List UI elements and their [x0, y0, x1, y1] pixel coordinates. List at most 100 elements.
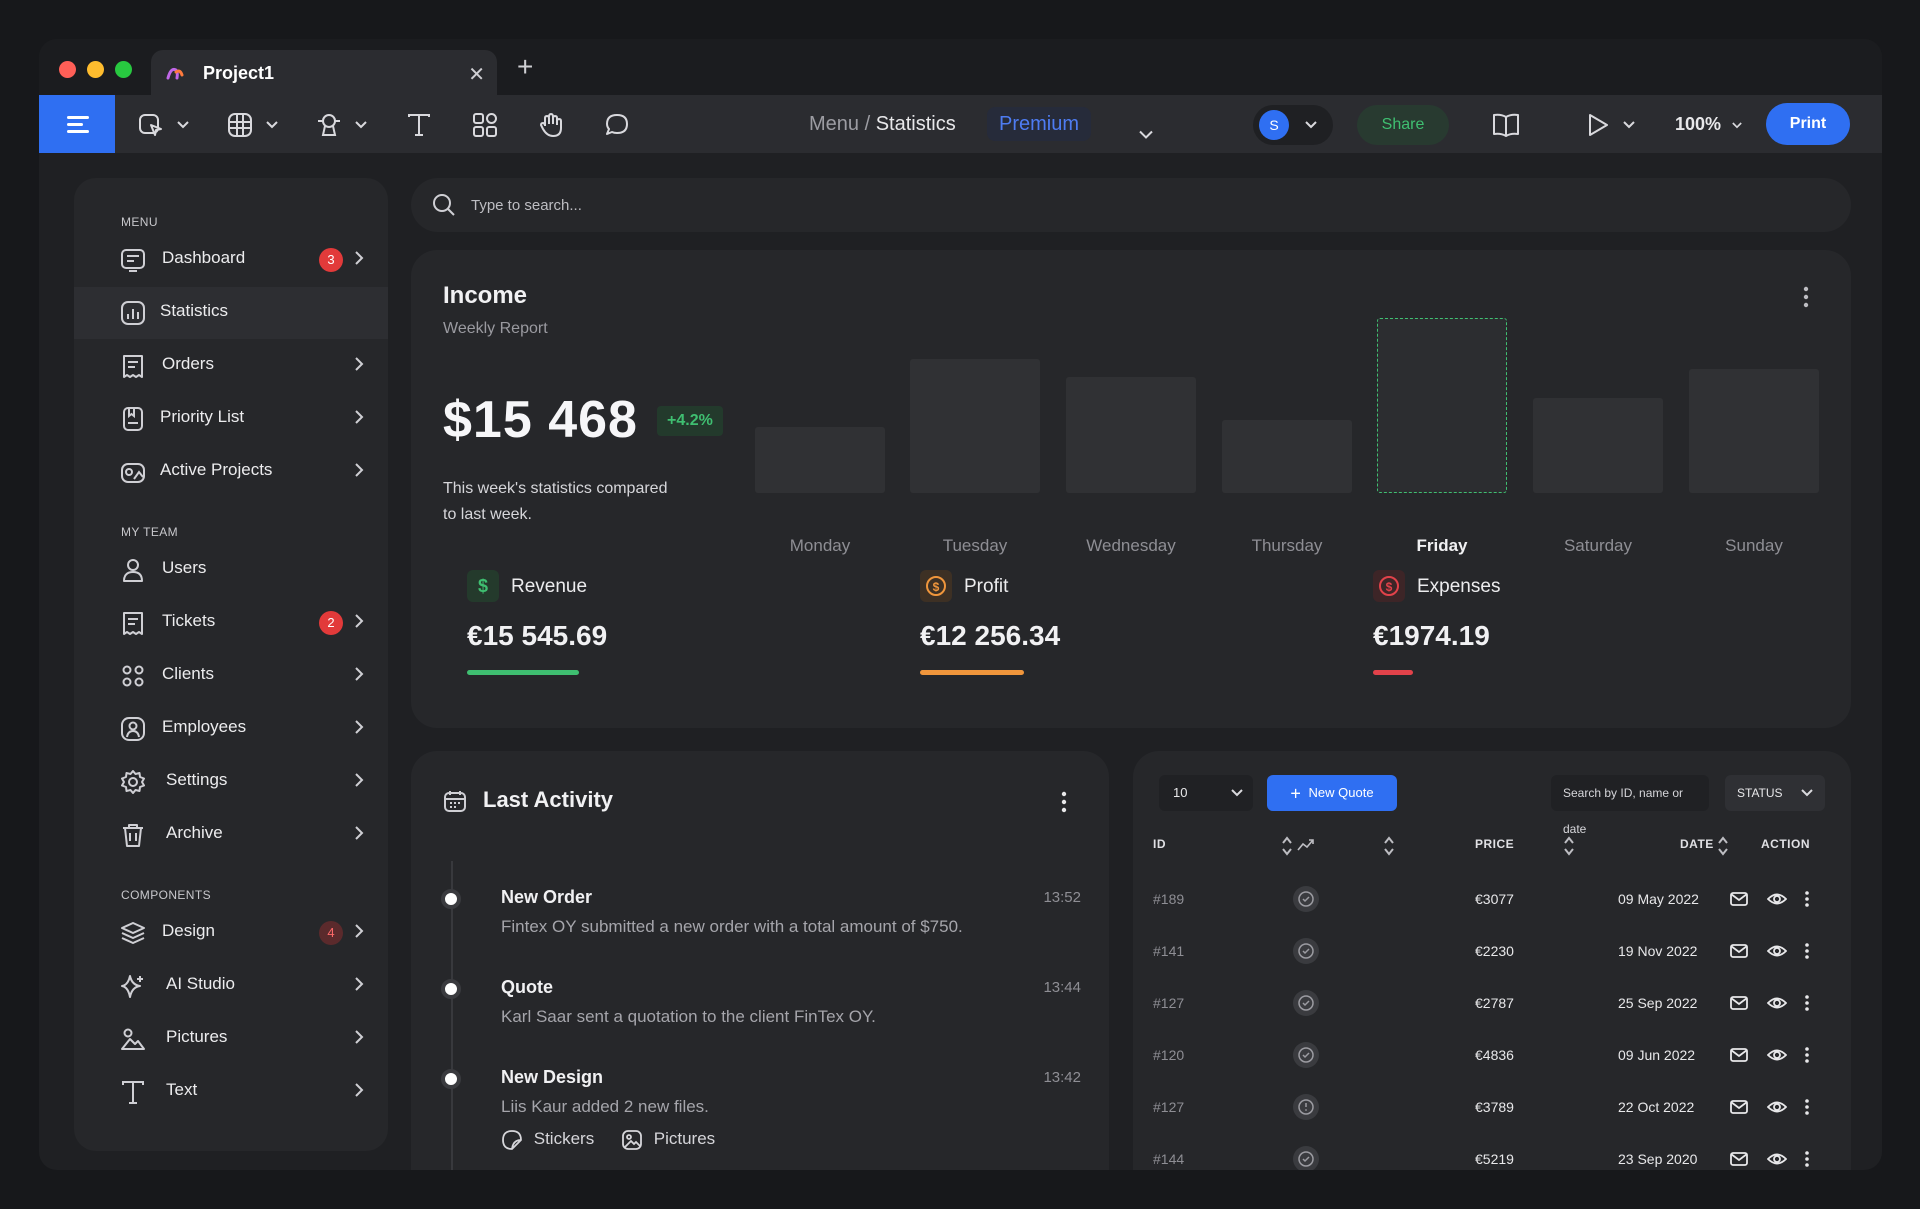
page-size-value: 10	[1173, 785, 1188, 800]
table-row[interactable]: #120 €4836 09 Jun 2022	[1133, 1033, 1851, 1085]
sidebar-item-pictures[interactable]: Pictures	[74, 1013, 388, 1065]
more-vertical-icon[interactable]	[1804, 1045, 1810, 1065]
chevron-down-icon[interactable]	[1139, 120, 1153, 150]
breadcrumb-parent[interactable]: Menu	[809, 113, 859, 135]
sort-icon[interactable]	[1717, 835, 1729, 857]
sidebar-item-employees[interactable]: Employees	[74, 703, 388, 755]
projects-icon	[121, 463, 145, 483]
app-logo-icon	[165, 63, 185, 88]
new-tab-icon[interactable]: +	[517, 53, 533, 81]
minimize-window-button[interactable]	[87, 61, 104, 78]
timeline-dot	[441, 1069, 461, 1089]
activity-item[interactable]: New Design Liis Kaur added 2 new files. …	[441, 1067, 1081, 1167]
tab-title: Project1	[203, 63, 275, 83]
sort-icon[interactable]	[1281, 835, 1293, 857]
tab-project[interactable]: Project1 ✕	[151, 50, 497, 96]
mail-icon[interactable]	[1729, 1045, 1749, 1065]
column-header-date[interactable]: DATE	[1680, 837, 1714, 851]
sidebar-item-settings[interactable]: Settings	[74, 756, 388, 808]
sidebar-item-statistics[interactable]: Statistics	[74, 287, 388, 339]
sidebar-item-text[interactable]: Text	[74, 1066, 388, 1118]
grid-tool[interactable]	[226, 109, 278, 139]
more-vertical-icon[interactable]	[1804, 889, 1810, 909]
column-header-price[interactable]: PRICE	[1475, 837, 1514, 851]
table-search-input[interactable]: Search by ID, name or date	[1551, 775, 1709, 836]
check-circle-icon	[1293, 886, 1319, 912]
sidebar-item-ai-studio[interactable]: AI Studio	[74, 960, 388, 1012]
comment-tool[interactable]	[603, 109, 631, 139]
mail-icon[interactable]	[1729, 941, 1749, 961]
plan-badge[interactable]: Premium	[987, 107, 1092, 141]
more-vertical-icon[interactable]	[1061, 791, 1067, 813]
more-vertical-icon[interactable]	[1804, 941, 1810, 961]
docs-button[interactable]	[1491, 109, 1521, 139]
user-menu[interactable]: S	[1253, 105, 1333, 145]
metric-label: Revenue	[511, 576, 588, 597]
bar-sunday[interactable]	[1689, 369, 1819, 493]
close-tab-icon[interactable]: ✕	[468, 62, 485, 87]
column-header-id[interactable]: ID	[1153, 837, 1166, 851]
zoom-select[interactable]: 100%	[1675, 109, 1742, 139]
more-vertical-icon[interactable]	[1804, 993, 1810, 1013]
metric-value: €12 256.34	[920, 620, 1061, 651]
comment-icon	[606, 114, 628, 136]
mail-icon[interactable]	[1729, 1097, 1749, 1117]
maximize-window-button[interactable]	[115, 61, 132, 78]
mail-icon[interactable]	[1729, 889, 1749, 909]
share-button[interactable]: Share	[1357, 105, 1449, 145]
grid-icon	[228, 113, 252, 138]
more-vertical-icon[interactable]	[1804, 1149, 1810, 1169]
sidebar-item-dashboard[interactable]: Dashboard 3	[74, 234, 388, 286]
eye-icon[interactable]	[1767, 993, 1788, 1013]
menu-button[interactable]	[39, 95, 115, 153]
bar-monday[interactable]	[755, 427, 885, 493]
more-vertical-icon[interactable]	[1804, 1097, 1810, 1117]
eye-icon[interactable]	[1767, 1097, 1788, 1117]
components-tool[interactable]	[471, 109, 499, 139]
eye-icon[interactable]	[1767, 1149, 1788, 1169]
eye-icon[interactable]	[1767, 889, 1788, 909]
text-tool[interactable]	[405, 109, 433, 139]
sidebar-item-priority-list[interactable]: Priority List	[74, 393, 388, 445]
table-row[interactable]: #189 €3077 09 May 2022	[1133, 877, 1851, 929]
sidebar-item-active-projects[interactable]: Active Projects	[74, 446, 388, 498]
sidebar-item-archive[interactable]: Archive	[74, 809, 388, 861]
pen-tool[interactable]	[315, 109, 367, 139]
page-size-select[interactable]: 10	[1159, 775, 1253, 811]
bar-thursday[interactable]	[1222, 420, 1352, 493]
print-button[interactable]: Print	[1766, 103, 1850, 145]
table-row[interactable]: #141 €2230 19 Nov 2022	[1133, 929, 1851, 981]
sidebar-item-clients[interactable]: Clients	[74, 650, 388, 702]
bar-friday[interactable]	[1377, 318, 1507, 493]
search-input[interactable]	[471, 190, 1271, 220]
notification-badge: 3	[319, 248, 343, 272]
attachment-pictures[interactable]: Pictures	[621, 1129, 715, 1151]
trend-icon[interactable]	[1297, 837, 1315, 853]
sidebar-item-users[interactable]: Users	[74, 544, 388, 596]
table-row[interactable]: #127 €3789 22 Oct 2022	[1133, 1085, 1851, 1137]
mail-icon[interactable]	[1729, 993, 1749, 1013]
status-filter[interactable]: STATUS	[1725, 775, 1825, 811]
bar-tuesday[interactable]	[910, 359, 1040, 493]
eye-icon[interactable]	[1767, 1045, 1788, 1065]
hand-tool[interactable]	[537, 109, 565, 139]
eye-icon[interactable]	[1767, 941, 1788, 961]
table-row[interactable]: #144 €5219 23 Sep 2020	[1133, 1137, 1851, 1170]
day-label: Tuesday	[942, 536, 1008, 555]
sidebar-item-tickets[interactable]: Tickets 2	[74, 597, 388, 649]
preview-button[interactable]	[1583, 109, 1635, 139]
bar-wednesday[interactable]	[1066, 377, 1196, 493]
attachment-stickers[interactable]: Stickers	[501, 1129, 594, 1151]
new-quote-button[interactable]: + New Quote	[1267, 775, 1397, 811]
sidebar-item-orders[interactable]: Orders	[74, 340, 388, 392]
table-row[interactable]: #127 €2787 25 Sep 2022	[1133, 981, 1851, 1033]
sort-icon[interactable]	[1563, 835, 1575, 857]
close-window-button[interactable]	[59, 61, 76, 78]
activity-item-time: 13:44	[1043, 979, 1081, 996]
select-tool[interactable]	[137, 109, 189, 139]
sidebar-item-design[interactable]: Design 4	[74, 907, 388, 959]
bar-saturday[interactable]	[1533, 398, 1663, 493]
sort-icon[interactable]	[1383, 835, 1395, 857]
mail-icon[interactable]	[1729, 1149, 1749, 1169]
cell-price: €5219	[1475, 1151, 1514, 1167]
